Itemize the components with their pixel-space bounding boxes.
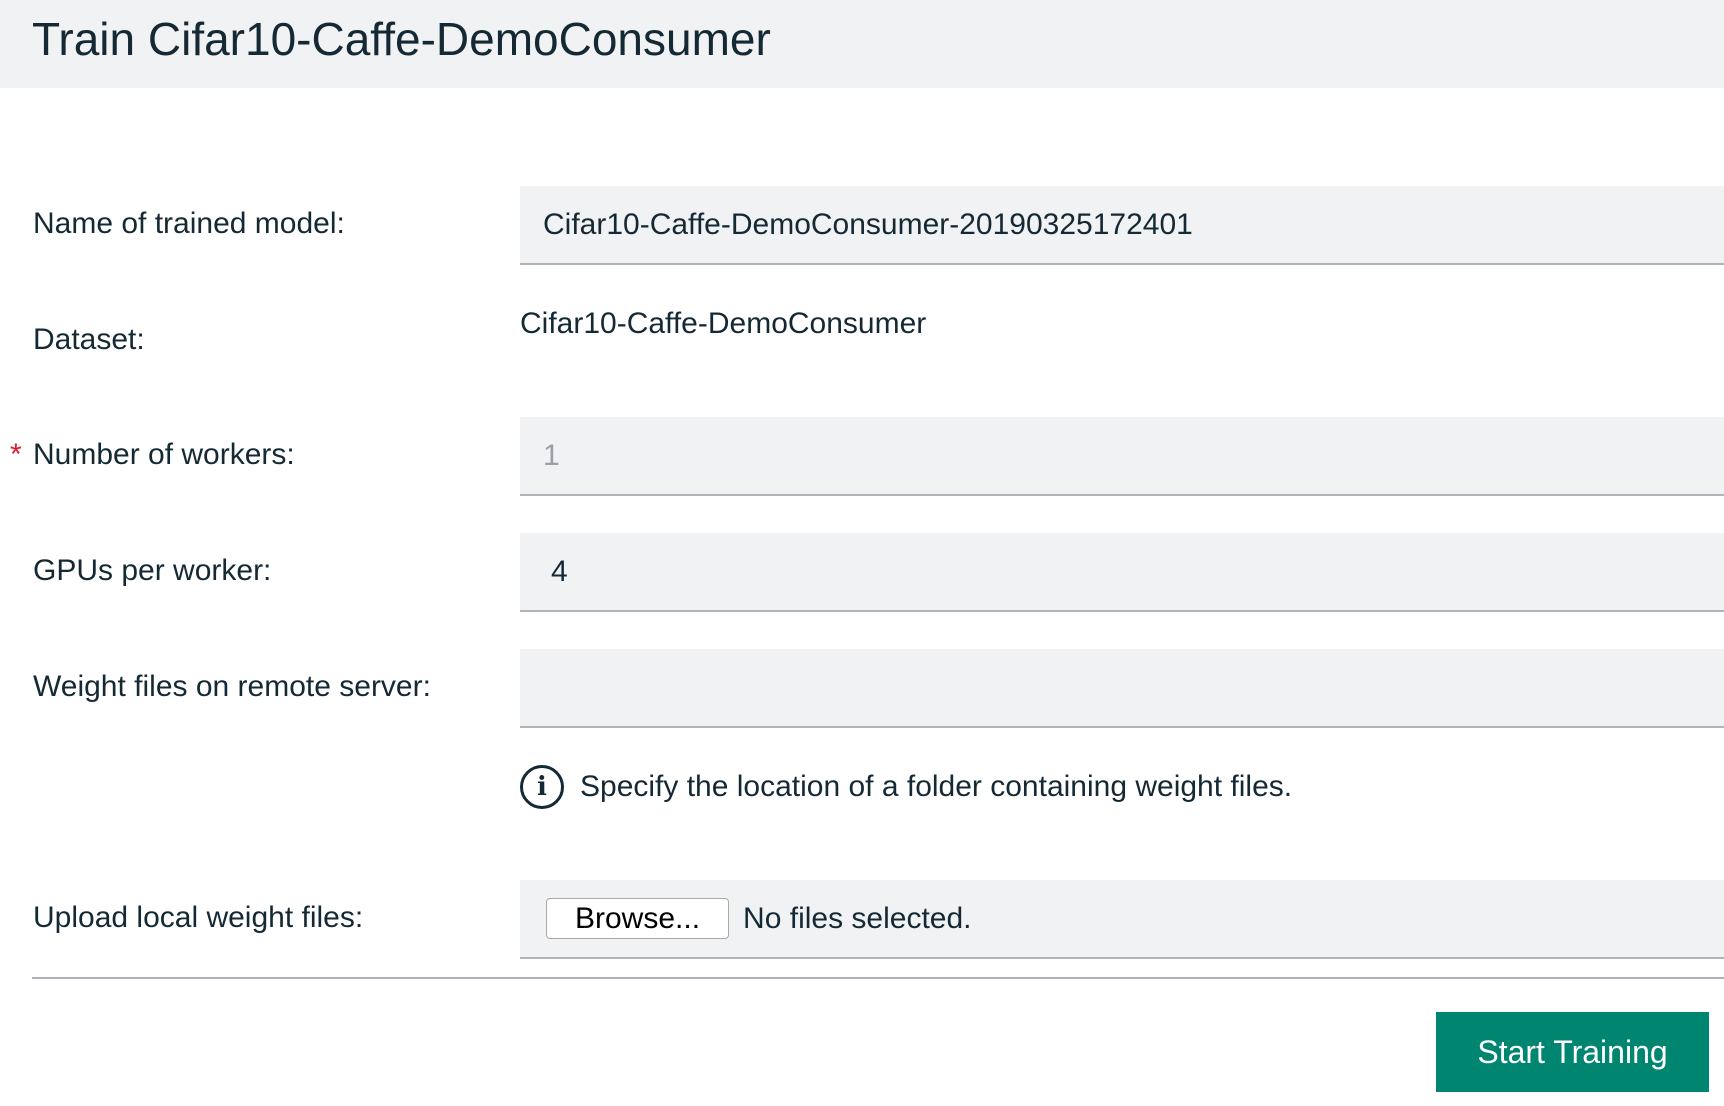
workers-field	[520, 417, 1724, 496]
workers-label: Number of workers:	[33, 438, 295, 471]
gpus-input[interactable]	[520, 533, 1724, 610]
file-status: No files selected.	[743, 901, 972, 935]
workers-input	[520, 417, 1724, 494]
gpus-field[interactable]	[520, 533, 1724, 612]
page-header: Train Cifar10-Caffe-DemoConsumer	[0, 0, 1724, 88]
dataset-value: Cifar10-Caffe-DemoConsumer	[520, 307, 927, 340]
form-divider	[32, 977, 1724, 979]
file-upload: Browse... No files selected.	[520, 880, 1724, 959]
browse-button[interactable]: Browse...	[546, 898, 730, 939]
model-name-label: Name of trained model:	[33, 207, 345, 240]
info-icon: i	[520, 765, 564, 809]
local-weights-label: Upload local weight files:	[33, 901, 364, 934]
model-name-field[interactable]	[520, 186, 1724, 265]
start-training-button[interactable]: Start Training	[1436, 1012, 1709, 1092]
helper-text: Specify the location of a folder contain…	[580, 770, 1293, 803]
remote-weights-helper: i Specify the location of a folder conta…	[520, 764, 1292, 810]
remote-weights-field[interactable]	[520, 649, 1724, 728]
required-marker: *	[10, 438, 22, 471]
remote-weights-input[interactable]	[520, 649, 1724, 726]
model-name-input[interactable]	[520, 186, 1724, 263]
gpus-label: GPUs per worker:	[33, 554, 272, 587]
dataset-label: Dataset:	[33, 323, 145, 356]
page-title: Train Cifar10-Caffe-DemoConsumer	[32, 13, 771, 65]
remote-weights-label: Weight files on remote server:	[33, 670, 431, 703]
